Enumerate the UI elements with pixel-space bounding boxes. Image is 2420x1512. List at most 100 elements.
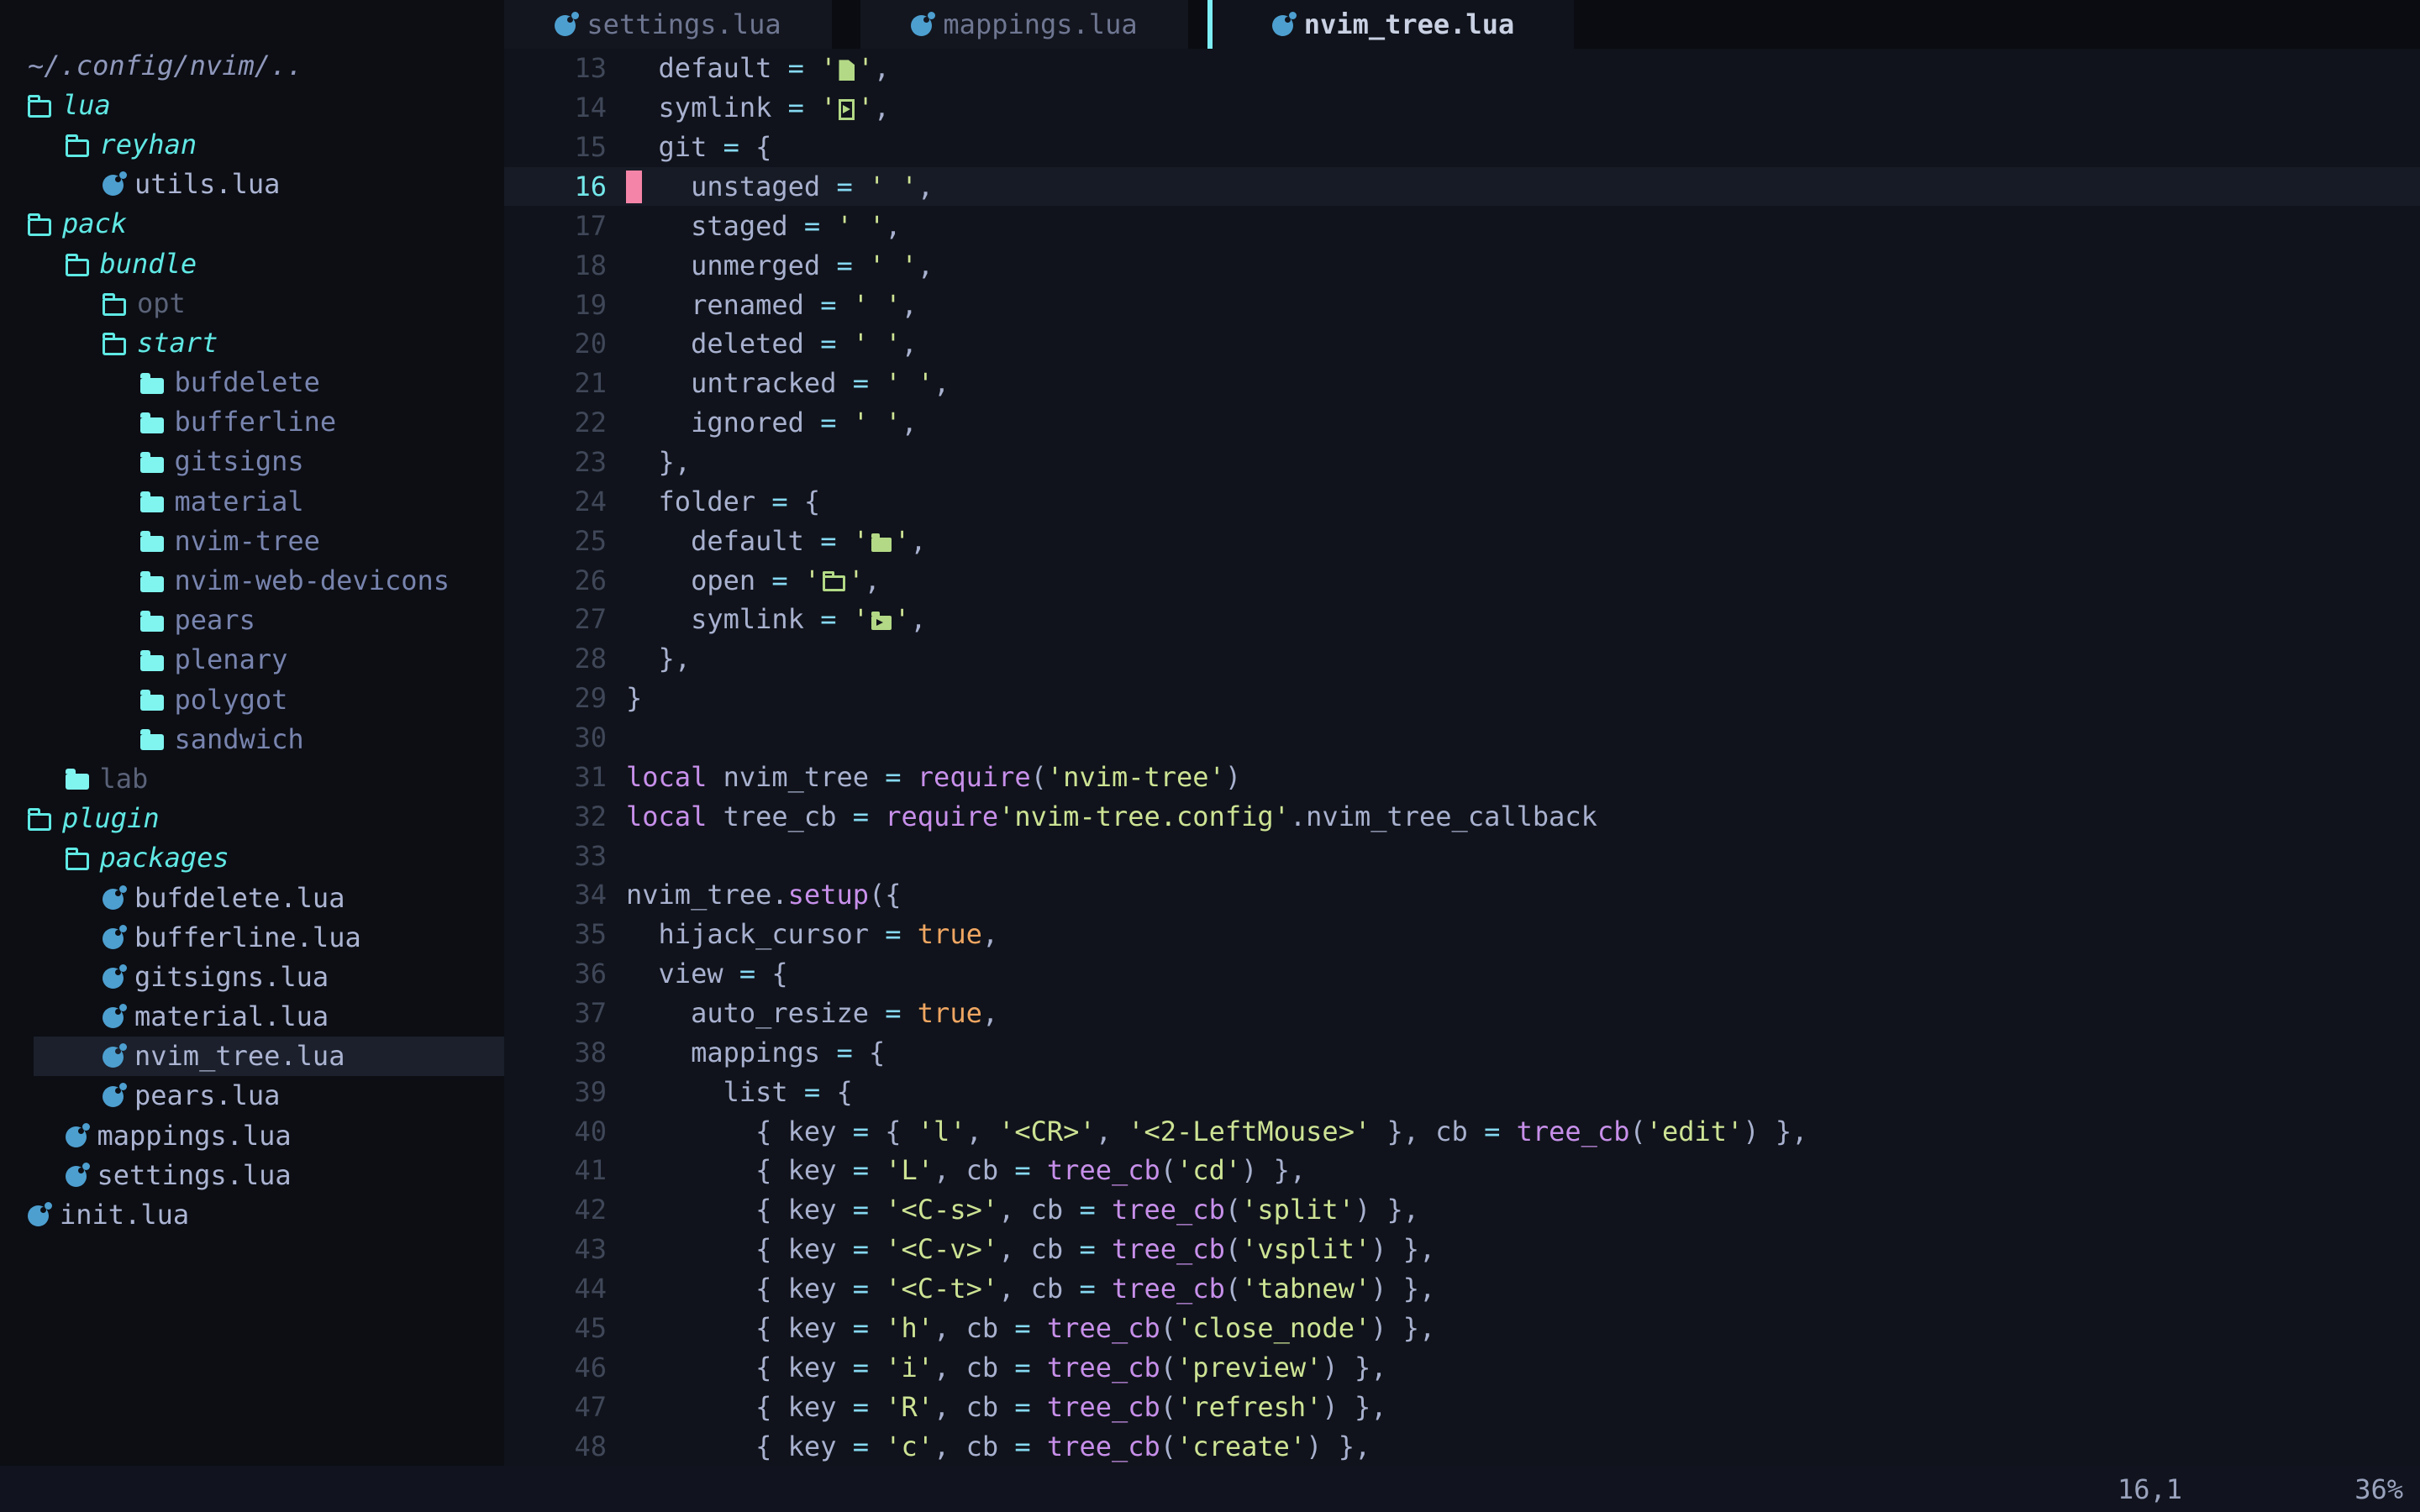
folder-icon [140, 734, 164, 750]
tab-mappings.lua[interactable]: mappings.lua [860, 0, 1188, 49]
tree-item-label: bufdelete [175, 366, 320, 398]
line-number: 43 [504, 1233, 626, 1265]
code-line-31[interactable]: 31local nvim_tree = require('nvim-tree') [504, 757, 2420, 796]
code-line-26[interactable]: 26 open = '', [504, 560, 2420, 600]
tree-item-gitsigns[interactable]: gitsigns [0, 442, 504, 481]
code-line-27[interactable]: 27 symlink = '', [504, 600, 2420, 639]
tree-item-settings.lua[interactable]: settings.lua [0, 1155, 504, 1194]
tree-item-bufdelete[interactable]: bufdelete [0, 363, 504, 402]
code-line-36[interactable]: 36 view = { [504, 954, 2420, 994]
code-line-17[interactable]: 17 staged = ' ', [504, 206, 2420, 245]
editor-buffer: 13 default = '',14 symlink = '',15 git =… [504, 49, 2420, 1466]
line-number: 32 [504, 801, 626, 832]
code-text: { key = '<C-t>', cb = tree_cb('tabnew') … [626, 1273, 1435, 1305]
code-line-20[interactable]: 20 deleted = ' ', [504, 324, 2420, 364]
line-number: 26 [504, 564, 626, 596]
tree-item-packages[interactable]: packages [0, 838, 504, 878]
lua-file-icon [66, 1126, 87, 1147]
lua-file-icon [555, 15, 576, 36]
tree-item-mappings.lua[interactable]: mappings.lua [0, 1116, 504, 1155]
tree-item-pears[interactable]: pears [0, 601, 504, 640]
tree-item-init.lua[interactable]: init.lua [0, 1194, 504, 1234]
folder-open-glyph-icon [823, 575, 845, 591]
line-number: 48 [504, 1431, 626, 1462]
code-line-44[interactable]: 44 { key = '<C-t>', cb = tree_cb('tabnew… [504, 1269, 2420, 1309]
tree-item-polygot[interactable]: polygot [0, 680, 504, 719]
tree-item-start[interactable]: start [0, 323, 504, 362]
code-line-21[interactable]: 21 untracked = ' ', [504, 364, 2420, 403]
code-line-22[interactable]: 22 ignored = ' ', [504, 403, 2420, 443]
tree-item-label: bundle [100, 248, 197, 280]
code-text: renamed = ' ', [626, 289, 918, 321]
tree-item-plenary[interactable]: plenary [0, 640, 504, 680]
code-line-43[interactable]: 43 { key = '<C-v>', cb = tree_cb('vsplit… [504, 1230, 2420, 1269]
lua-file-icon [103, 968, 124, 989]
line-number: 14 [504, 92, 626, 123]
tree-root-path[interactable]: ~/.config/nvim/.. [0, 45, 504, 85]
tree-item-material.lua[interactable]: material.lua [0, 997, 504, 1037]
code-line-30[interactable]: 30 [504, 718, 2420, 758]
code-line-15[interactable]: 15 git = { [504, 128, 2420, 167]
code-line-29[interactable]: 29} [504, 679, 2420, 718]
code-line-18[interactable]: 18 unmerged = ' ', [504, 245, 2420, 285]
code-line-39[interactable]: 39 list = { [504, 1072, 2420, 1111]
code-line-40[interactable]: 40 { key = { 'l', '<CR>', '<2-LeftMouse>… [504, 1111, 2420, 1151]
code-line-14[interactable]: 14 symlink = '', [504, 88, 2420, 128]
tree-item-bufferline.lua[interactable]: bufferline.lua [0, 917, 504, 957]
file-tree-panel: ~/.config/nvim/..luareyhanutils.luapack b… [0, 0, 504, 1466]
code-text: local tree_cb = require'nvim-tree.config… [626, 801, 1597, 832]
code-line-37[interactable]: 37 auto_resize = true, [504, 994, 2420, 1033]
code-line-47[interactable]: 47 { key = 'R', cb = tree_cb('refresh') … [504, 1387, 2420, 1426]
tree-item-plugin[interactable]: plugin [0, 799, 504, 838]
tree-item-label: gitsigns [175, 445, 304, 477]
code-line-45[interactable]: 45 { key = 'h', cb = tree_cb('close_node… [504, 1309, 2420, 1348]
code-line-35[interactable]: 35 hijack_cursor = true, [504, 915, 2420, 954]
tree-item-bundle[interactable]: bundle [0, 244, 504, 283]
tree-item-lab[interactable]: lab [0, 759, 504, 798]
tree-item-bufdelete.lua[interactable]: bufdelete.lua [0, 878, 504, 917]
line-number: 25 [504, 525, 626, 557]
lua-file-icon [911, 15, 932, 36]
code-line-19[interactable]: 19 renamed = ' ', [504, 285, 2420, 324]
code-line-41[interactable]: 41 { key = 'L', cb = tree_cb('cd') }, [504, 1151, 2420, 1190]
tree-item-lua[interactable]: lua [0, 85, 504, 124]
tree-item-gitsigns.lua[interactable]: gitsigns.lua [0, 957, 504, 996]
code-line-24[interactable]: 24 folder = { [504, 481, 2420, 521]
tree-item-pack[interactable]: pack [0, 204, 504, 244]
code-line-32[interactable]: 32local tree_cb = require'nvim-tree.conf… [504, 796, 2420, 836]
code-line-13[interactable]: 13 default = '', [504, 49, 2420, 88]
folder-icon [140, 616, 164, 632]
tab-label: settings.lua [587, 8, 781, 40]
tree-item-label: nvim-web-devicons [175, 564, 450, 596]
code-line-25[interactable]: 25 default = '', [504, 521, 2420, 560]
code-text: untracked = ' ', [626, 367, 950, 399]
tree-item-pears.lua[interactable]: pears.lua [0, 1076, 504, 1116]
tree-item-nvim-tree[interactable]: nvim-tree [0, 521, 504, 560]
code-line-48[interactable]: 48 { key = 'c', cb = tree_cb('create') }… [504, 1426, 2420, 1466]
tree-item-opt[interactable]: opt [0, 283, 504, 323]
tree-item-label: start [137, 327, 218, 359]
code-line-16[interactable]: 16 unstaged = ' ', [504, 167, 2420, 207]
tab-nvim_tree.lua[interactable]: nvim_tree.lua [1213, 0, 1574, 49]
line-number: 41 [504, 1154, 626, 1186]
tree-item-sandwich[interactable]: sandwich [0, 719, 504, 759]
tree-item-nvim_tree.lua[interactable]: nvim_tree.lua [0, 1037, 504, 1076]
code-line-38[interactable]: 38 mappings = { [504, 1032, 2420, 1072]
tree-item-nvim-web-devicons[interactable]: nvim-web-devicons [0, 560, 504, 600]
code-line-34[interactable]: 34nvim_tree.setup({ [504, 875, 2420, 915]
tree-item-label: opt [137, 287, 186, 319]
code-line-23[interactable]: 23 }, [504, 443, 2420, 482]
file-glyph-icon [839, 60, 855, 81]
tree-item-reyhan[interactable]: reyhan [0, 124, 504, 164]
code-line-46[interactable]: 46 { key = 'i', cb = tree_cb('preview') … [504, 1347, 2420, 1387]
tree-item-utils.lua[interactable]: utils.lua [0, 165, 504, 204]
tree-item-bufferline[interactable]: bufferline [0, 402, 504, 442]
tab-settings.lua[interactable]: settings.lua [504, 0, 832, 49]
code-line-33[interactable]: 33 [504, 836, 2420, 875]
tree-item-label: pack [62, 207, 127, 239]
tree-item-material[interactable]: material [0, 481, 504, 521]
code-line-42[interactable]: 42 { key = '<C-s>', cb = tree_cb('split'… [504, 1190, 2420, 1230]
code-text: { key = 'L', cb = tree_cb('cd') }, [626, 1154, 1306, 1186]
code-line-28[interactable]: 28 }, [504, 639, 2420, 679]
code-text: { key = 'R', cb = tree_cb('refresh') }, [626, 1391, 1386, 1423]
